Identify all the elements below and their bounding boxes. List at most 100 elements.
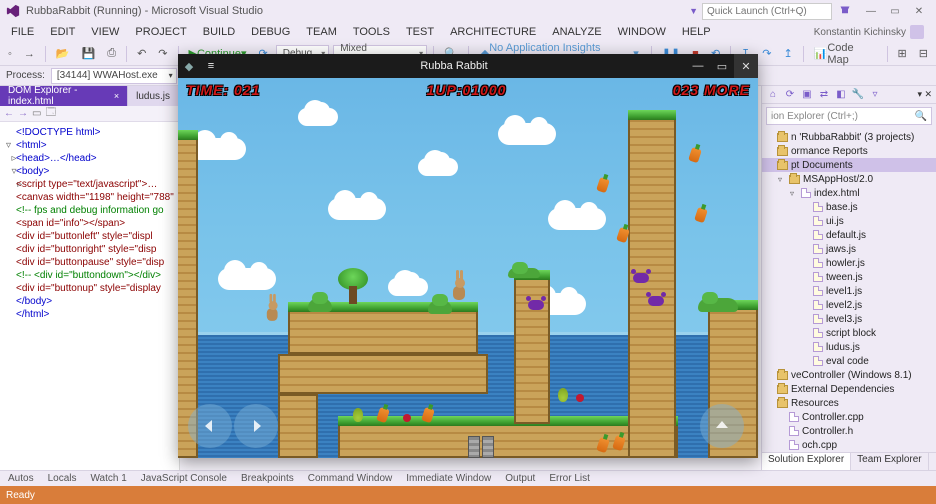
tab-ludus-js[interactable]: ludus.js <box>128 86 179 106</box>
left-editor-panel: DOM Explorer - index.html × ludus.js ← →… <box>0 86 180 470</box>
close-button[interactable]: ✕ <box>908 3 930 19</box>
undo-button[interactable]: ↶ <box>133 45 150 63</box>
back-arrow-icon[interactable]: ← <box>4 108 14 119</box>
panel-dropdown-icon[interactable]: ▾ ✕ <box>917 89 932 100</box>
step-out-button[interactable]: ↥ <box>779 45 796 63</box>
sync-icon[interactable]: ⇄ <box>817 88 831 102</box>
tab-dom-explorer[interactable]: DOM Explorer - index.html × <box>0 86 128 106</box>
menu-analyze[interactable]: ANALYZE <box>545 24 608 40</box>
tree-node[interactable]: howler.js <box>762 256 936 270</box>
solution-tree[interactable]: n 'RubbaRabbit' (3 projects)ormance Repo… <box>762 128 936 452</box>
menu-project[interactable]: PROJECT <box>128 24 193 40</box>
tree-node[interactable]: Controller.cpp <box>762 410 936 424</box>
tree-node[interactable]: eval code <box>762 354 936 368</box>
process-label: Process: <box>6 70 45 81</box>
menu-edit[interactable]: EDIT <box>43 24 82 40</box>
misc-button-2[interactable]: ⊟ <box>915 45 932 63</box>
nav-fwd-button[interactable]: → <box>20 45 39 63</box>
code-editor[interactable]: <!DOCTYPE html>▿ <html> ▹ <head>…</head>… <box>0 122 179 470</box>
dpad-left-button[interactable] <box>188 404 232 448</box>
menu-tools[interactable]: TOOLS <box>346 24 397 40</box>
tab-js-console[interactable]: JavaScript Console <box>137 472 231 485</box>
pillar-sprite <box>468 436 480 458</box>
menu-view[interactable]: VIEW <box>84 24 126 40</box>
tree-node[interactable]: base.js <box>762 200 936 214</box>
close-icon[interactable]: × <box>114 91 119 101</box>
menu-architecture[interactable]: ARCHITECTURE <box>443 24 543 40</box>
tree-node[interactable]: ludus.js <box>762 340 936 354</box>
tree-node[interactable]: pt Documents <box>762 158 936 172</box>
collapse-icon[interactable]: ▣ <box>800 88 814 102</box>
notifications-icon[interactable] <box>836 4 854 18</box>
codemap-button[interactable]: 📊 Code Map <box>810 45 881 63</box>
save-button[interactable]: 💾 <box>78 45 100 63</box>
hamburger-icon[interactable]: ≡ <box>200 60 222 72</box>
tree-node[interactable]: tween.js <box>762 270 936 284</box>
preview-icon[interactable]: ▿ <box>868 88 882 102</box>
tree-node[interactable]: Resources <box>762 396 936 410</box>
tree-node[interactable]: script block <box>762 326 936 340</box>
home-icon[interactable]: ⌂ <box>766 88 780 102</box>
save-all-button[interactable]: ⎙ <box>103 45 120 63</box>
nav-back-button[interactable]: ◦ <box>4 45 16 63</box>
tab-breakpoints[interactable]: Breakpoints <box>237 472 298 485</box>
redo-button[interactable]: ↷ <box>154 45 171 63</box>
refresh-dom-icon[interactable]: 🗔 <box>45 105 56 122</box>
tab-error-list[interactable]: Error List <box>545 472 594 485</box>
tab-watch1[interactable]: Watch 1 <box>86 472 130 485</box>
tab-team-explorer[interactable]: Team Explorer <box>851 453 928 470</box>
process-combo[interactable]: [34144] WWAHost.exe <box>51 68 177 84</box>
tree-node[interactable]: veController (Windows 8.1) <box>762 368 936 382</box>
dpad-right-button[interactable] <box>234 404 278 448</box>
menu-build[interactable]: BUILD <box>196 24 242 40</box>
tree-node[interactable]: level1.js <box>762 284 936 298</box>
menu-test[interactable]: TEST <box>399 24 441 40</box>
menu-help[interactable]: HELP <box>675 24 718 40</box>
tree-node[interactable]: ▿MSAppHost/2.0 <box>762 172 936 186</box>
quick-launch-input[interactable] <box>702 3 832 20</box>
terrain-block <box>288 310 478 354</box>
game-canvas[interactable]: TIME: 021 1UP:01000 023 MORE <box>178 78 758 458</box>
menu-team[interactable]: TEAM <box>299 24 344 40</box>
minimize-button[interactable]: — <box>860 3 882 19</box>
solution-explorer-search[interactable]: ion Explorer (Ctrl+;) 🔍 <box>766 107 932 125</box>
game-close-button[interactable]: ✕ <box>734 54 758 78</box>
dpad-up-button[interactable] <box>700 404 744 448</box>
properties-icon[interactable]: 🔧 <box>851 88 865 102</box>
menu-window[interactable]: WINDOW <box>611 24 673 40</box>
game-titlebar[interactable]: ◆ ≡ Rubba Rabbit — ▭ ✕ <box>178 54 758 78</box>
tree-node[interactable]: level2.js <box>762 298 936 312</box>
menu-debug[interactable]: DEBUG <box>244 24 297 40</box>
tree-node[interactable]: ui.js <box>762 214 936 228</box>
tree-node[interactable]: default.js <box>762 228 936 242</box>
tree-node[interactable]: level3.js <box>762 312 936 326</box>
refresh-icon[interactable]: ⟳ <box>783 88 797 102</box>
tab-autos[interactable]: Autos <box>4 472 38 485</box>
fwd-arrow-icon[interactable]: → <box>18 108 28 119</box>
maximize-button[interactable]: ▭ <box>884 3 906 19</box>
tab-command-window[interactable]: Command Window <box>304 472 396 485</box>
status-text: Ready <box>6 490 35 501</box>
tab-locals[interactable]: Locals <box>44 472 81 485</box>
tab-output[interactable]: Output <box>501 472 539 485</box>
tab-immediate-window[interactable]: Immediate Window <box>402 472 495 485</box>
show-all-icon[interactable]: ◧ <box>834 88 848 102</box>
tree-node[interactable]: Controller.h <box>762 424 936 438</box>
tree-node[interactable]: External Dependencies <box>762 382 936 396</box>
game-maximize-button[interactable]: ▭ <box>710 54 734 78</box>
misc-button-1[interactable]: ⊞ <box>894 45 911 63</box>
game-minimize-button[interactable]: — <box>686 54 710 78</box>
tree-node[interactable]: och.cpp <box>762 438 936 452</box>
signed-in-user[interactable]: Konstantin Kichinsky <box>814 25 932 39</box>
tree-node[interactable]: ormance Reports <box>762 144 936 158</box>
select-element-icon[interactable]: ▭ <box>32 108 41 119</box>
tree-node[interactable]: n 'RubbaRabbit' (3 projects) <box>762 130 936 144</box>
tree-node[interactable]: ▿index.html <box>762 186 936 200</box>
tab-solution-explorer[interactable]: Solution Explorer <box>762 453 851 470</box>
open-button[interactable]: 📂 <box>52 45 74 63</box>
menu-file[interactable]: FILE <box>4 24 41 40</box>
step-over-button[interactable]: ↷ <box>758 45 775 63</box>
quicklaunch-triangle-icon[interactable]: ▼ <box>689 6 698 16</box>
tree-node[interactable]: jaws.js <box>762 242 936 256</box>
solution-explorer-toolbar: ⌂ ⟳ ▣ ⇄ ◧ 🔧 ▿ ▾ ✕ <box>762 86 936 104</box>
